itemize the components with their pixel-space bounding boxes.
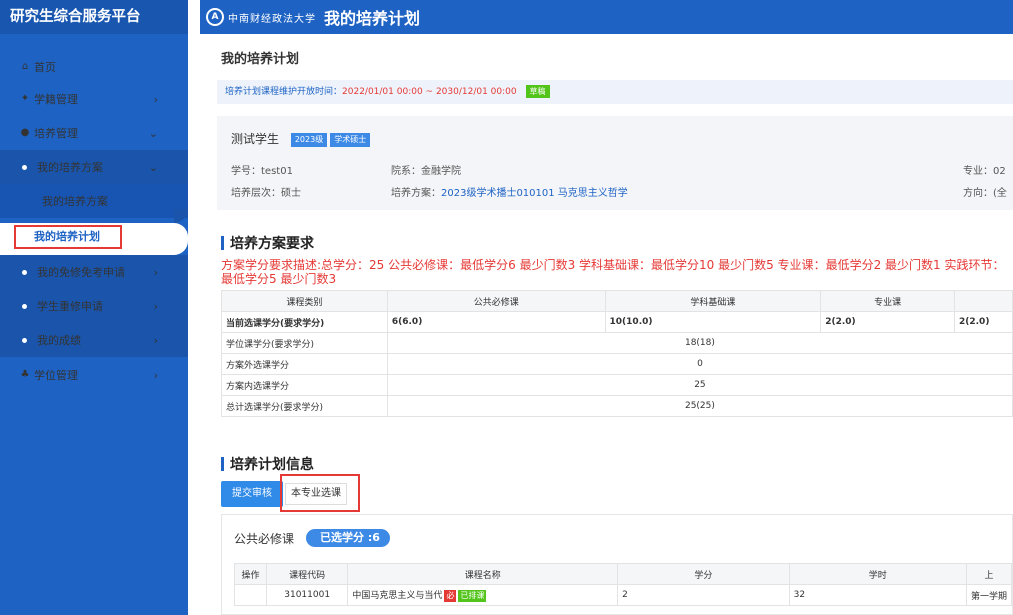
grade-badge: 2023级 (290, 132, 328, 147)
table-row: 方案外选课学分 0 (221, 353, 1013, 375)
student-status-icon: ✦ (20, 93, 30, 104)
chevron-down-icon: ⌄ (148, 160, 158, 174)
submit-review-button[interactable]: 提交审核 (221, 481, 283, 507)
main-content: 我的培养计划 培养计划课程维护开放时间：2022/01/01 00:00 ~ 2… (207, 34, 1013, 615)
sidebar-item-home[interactable]: ⌂ 首页 (0, 50, 188, 84)
table-row: 31011001 中国马克思主义与当代必已排课 2 32 第一学期 (234, 584, 1013, 606)
table-row: 学位课学分(要求学分) 18(18) (221, 332, 1013, 354)
status-badge: 草稿 (525, 85, 550, 98)
sidebar-item-student-status[interactable]: ✦ 学籍管理 › (0, 82, 188, 116)
chevron-down-icon: ⌄ (148, 126, 158, 140)
level-field: 培养层次：硕士 (231, 188, 301, 199)
department-field: 院系：金融学院 (391, 166, 461, 177)
sidebar-item-my-training-program[interactable]: 我的培养方案 ⌄ (0, 150, 188, 184)
header-title: 我的培养计划 (324, 9, 421, 28)
requirements-section-title: 培养方案要求 (221, 233, 314, 253)
requirements-description: 方案学分要求描述:总学分：25 公共必修课：最低学分6 最少门数3 学科基础课：… (221, 258, 1005, 286)
sidebar-leaf-my-training-plan[interactable]: 我的培养计划 (14, 225, 122, 249)
sidebar-item-training[interactable]: ● 培养管理 ⌄ (0, 116, 188, 150)
scheduled-badge: 已排课 (458, 589, 487, 602)
degree-icon: ♣ (20, 369, 30, 380)
open-time-notice: 培养计划课程维护开放时间：2022/01/01 00:00 ~ 2030/12/… (217, 80, 1013, 104)
major-field: 专业：02 (963, 166, 1006, 177)
program-link[interactable]: 2023级学术播士010101 马克思主义哲学 (441, 188, 628, 199)
requirements-table: 课程类别 公共必修课 学科基础课 专业课 当前选课学分(要求学分) 6(6.0)… (221, 290, 1013, 417)
home-icon: ⌂ (21, 61, 29, 72)
sidebar-leaf-my-training-program[interactable]: 我的培养方案 (0, 184, 188, 218)
required-badge: 必 (444, 589, 457, 602)
sidebar-item-exemption-application[interactable]: 我的免修免考申请 › (0, 255, 188, 289)
sidebar-item-my-grades[interactable]: 我的成绩 › (0, 323, 188, 357)
chevron-right-icon: › (153, 368, 158, 382)
program-field: 培养方案：2023级学术播士010101 马克思主义哲学 (391, 188, 628, 199)
chevron-right-icon: › (153, 299, 158, 313)
selected-credits-badge: 已选学分 :6 (306, 529, 390, 547)
student-info-card: 测试学生 2023级 学术硕士 学号：test01 院系：金融学院 专业：02 培… (217, 116, 1013, 210)
sidebar-item-retake-application[interactable]: 学生重修申请 › (0, 289, 188, 323)
bullet-icon (22, 337, 27, 343)
table-row: 方案内选课学分 25 (221, 374, 1013, 396)
type-badge: 学术硕士 (330, 132, 371, 147)
page-title: 我的培养计划 (221, 52, 300, 67)
chevron-right-icon: › (153, 265, 158, 279)
student-name: 测试学生 2023级 学术硕士 (231, 130, 371, 147)
course-table: 操作 课程代码 课程名称 学分 学时 上 31011001 中国马克思主义与当代… (234, 563, 1013, 606)
bullet-icon (22, 164, 27, 170)
person-icon: ● (20, 127, 30, 138)
direction-field: 方向：(全 (963, 188, 1007, 199)
sidebar-item-degree[interactable]: ♣ 学位管理 › (0, 358, 188, 392)
public-required-course-card: 公共必修课 已选学分 :6 操作 课程代码 课程名称 学分 学时 上 31011… (221, 514, 1013, 615)
course-section-title: 公共必修课 (234, 531, 295, 546)
plan-info-section-title: 培养计划信息 (221, 454, 314, 474)
top-header: A 中南财经政法大学 我的培养计划 (200, 0, 1013, 34)
table-row: 当前选课学分(要求学分) 6(6.0) 10(10.0) 2(2.0) 2(2.… (221, 311, 1013, 333)
university-logo-icon: A (206, 8, 224, 26)
bullet-icon (22, 269, 27, 275)
table-row: 总计选课学分(要求学分) 25(25) (221, 395, 1013, 417)
highlight-box (280, 474, 360, 512)
chevron-right-icon: › (153, 333, 158, 347)
bullet-icon (22, 303, 27, 309)
platform-brand: 研究生综合服务平台 (0, 0, 188, 34)
student-id-field: 学号：test01 (231, 166, 293, 177)
chevron-right-icon: › (153, 92, 158, 106)
university-logo-text: 中南财经政法大学 (228, 13, 316, 25)
